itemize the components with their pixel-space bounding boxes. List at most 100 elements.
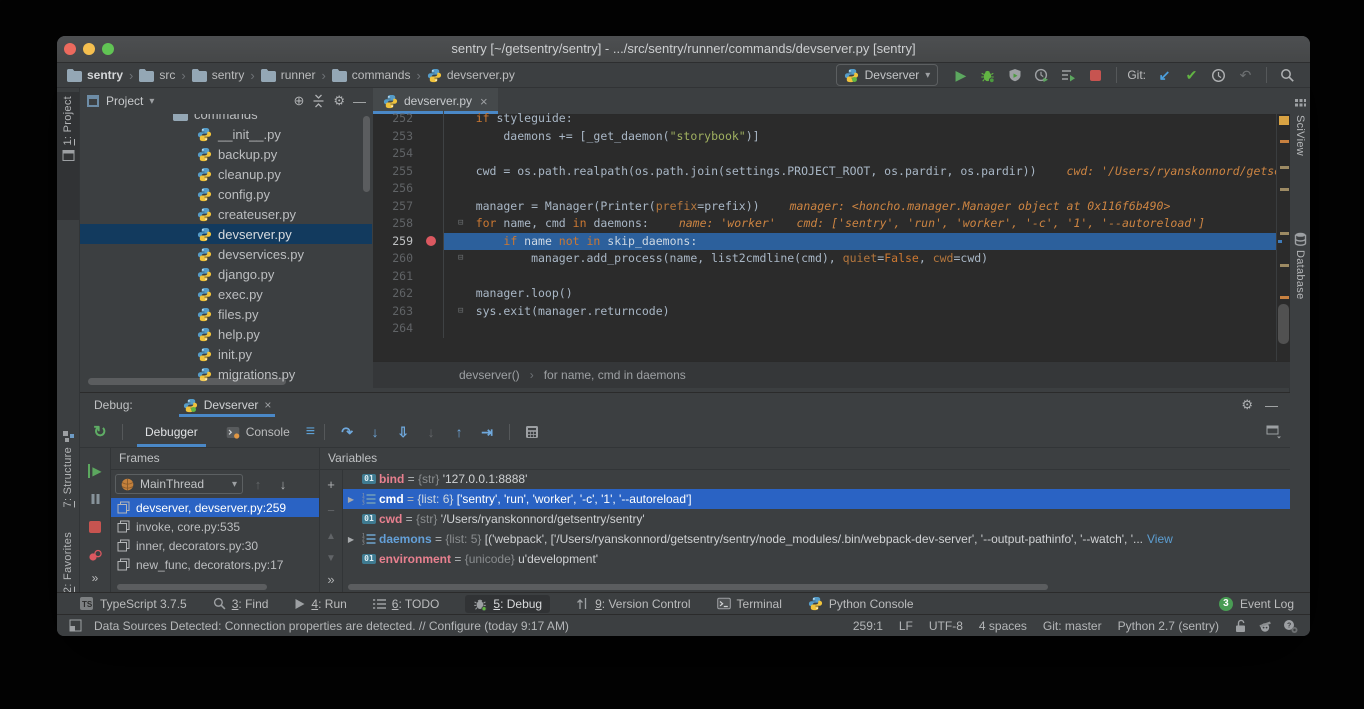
fold-marker-icon[interactable]: ⊟ xyxy=(458,250,463,268)
breadcrumb-item-sentry[interactable]: sentry xyxy=(192,68,245,82)
git-commit-button[interactable]: ✔ xyxy=(1179,65,1204,85)
toolwindow-button-todo[interactable]: 6: TODO xyxy=(373,597,440,611)
variable-row-daemons[interactable]: ▶123daemons = {list: 5} [('webpack', ['/… xyxy=(343,529,1290,549)
run-configuration-select[interactable]: Devserver ▾ xyxy=(836,64,939,86)
variable-row-cwd[interactable]: 01cwd = {str} '/Users/ryanskonnord/getse… xyxy=(343,509,1290,529)
event-log-button[interactable]: 3Event Log xyxy=(1219,597,1310,611)
toolwindow-button-python-console[interactable]: Python Console xyxy=(808,596,914,611)
gutter-cell[interactable] xyxy=(419,320,443,338)
tree-item-backup.py[interactable]: backup.py xyxy=(80,144,372,164)
step-out-icon[interactable]: ↑ xyxy=(447,421,471,443)
next-frame-icon[interactable]: ↓ xyxy=(273,477,293,492)
profiler-button[interactable] xyxy=(1029,65,1054,85)
search-everywhere-button[interactable] xyxy=(1275,65,1300,85)
smart-step-into-icon[interactable]: ↓ xyxy=(419,421,443,443)
gutter-cell[interactable] xyxy=(419,128,443,146)
gutter-cell[interactable] xyxy=(419,110,443,128)
code-line-252[interactable]: 252 if styleguide: xyxy=(373,110,1277,128)
code-editor-area[interactable]: 252 if styleguide:253 daemons += [_get_d… xyxy=(373,110,1277,361)
tree-item-createuser.py[interactable]: createuser.py xyxy=(80,204,372,224)
inspections-hector-icon[interactable] xyxy=(1258,619,1272,633)
gutter-cell[interactable] xyxy=(419,215,443,233)
sidebar-item-database[interactable]: Database xyxy=(1290,228,1310,304)
console-layout-icon[interactable]: ≡ xyxy=(306,423,314,441)
code-line-254[interactable]: 254 xyxy=(373,145,1277,163)
move-watch-down-icon[interactable]: ▼ xyxy=(320,549,342,567)
tree-item-devservices.py[interactable]: devservices.py xyxy=(80,244,372,264)
gutter-cell[interactable] xyxy=(419,233,443,251)
breadcrumb-item-src[interactable]: src xyxy=(139,68,175,82)
run-to-cursor-icon[interactable]: ⇥ xyxy=(475,421,499,443)
stop-process-icon[interactable] xyxy=(80,517,110,537)
restore-layout-icon[interactable] xyxy=(1266,425,1282,439)
debug-button[interactable] xyxy=(975,65,1000,85)
gutter-cell[interactable] xyxy=(419,285,443,303)
project-tree-horizontal-scrollbar[interactable] xyxy=(88,378,286,385)
gutter-cell[interactable] xyxy=(419,163,443,181)
stack-frame-item[interactable]: invoke, core.py:535 xyxy=(111,517,319,536)
lock-icon[interactable] xyxy=(1235,619,1247,633)
toolwindow-button-find[interactable]: 3: Find xyxy=(213,597,269,611)
move-watch-up-icon[interactable]: ▲ xyxy=(320,527,342,545)
expand-arrow-icon[interactable]: ▶ xyxy=(343,535,359,544)
code-line-256[interactable]: 256 xyxy=(373,180,1277,198)
tree-item-commands[interactable]: commands xyxy=(80,114,372,124)
variable-row-environment[interactable]: 01environment = {unicode} u'development' xyxy=(343,549,1290,569)
frames-horizontal-scrollbar[interactable] xyxy=(117,584,267,590)
rerun-icon[interactable]: ↻ xyxy=(88,421,112,443)
add-watch-icon[interactable]: + xyxy=(320,475,342,493)
history-button[interactable] xyxy=(1206,65,1231,85)
tree-item-help.py[interactable]: help.py xyxy=(80,324,372,344)
toolwindow-button-terminal[interactable]: Terminal xyxy=(717,597,782,611)
debug-session-tab[interactable]: Devserver × xyxy=(179,393,276,417)
status-widget-utf-8[interactable]: UTF-8 xyxy=(929,619,963,633)
status-widget-lf[interactable]: LF xyxy=(899,619,913,633)
tree-item-files.py[interactable]: files.py xyxy=(80,304,372,324)
run-with-parameters-button[interactable] xyxy=(1056,65,1081,85)
remove-watch-icon[interactable]: − xyxy=(320,501,342,519)
thread-select[interactable]: MainThread ▾ xyxy=(115,474,243,494)
code-line-262[interactable]: 262 manager.loop() xyxy=(373,285,1277,303)
editor-scrollbar-thumb[interactable] xyxy=(1278,304,1289,344)
collapse-all-icon[interactable] xyxy=(312,94,325,108)
previous-frame-icon[interactable]: ↑ xyxy=(248,477,268,492)
stack-frame-item[interactable]: devserver, devserver.py:259 xyxy=(111,498,319,517)
tree-item-config.py[interactable]: config.py xyxy=(80,184,372,204)
hide-panel-icon[interactable]: — xyxy=(353,94,366,109)
tree-item-init.py[interactable]: init.py xyxy=(80,344,372,364)
git-update-button[interactable]: ↙ xyxy=(1152,65,1177,85)
tree-item-cleanup.py[interactable]: cleanup.py xyxy=(80,164,372,184)
sidebar-item-structure[interactable]: 7: Structure xyxy=(57,426,79,526)
tab-console[interactable]: Console xyxy=(214,417,302,447)
code-line-257[interactable]: 257 manager = Manager(Printer(prefix=pre… xyxy=(373,198,1277,216)
step-over-icon[interactable]: ↷ xyxy=(335,421,359,443)
chevron-down-icon[interactable]: ▾ xyxy=(149,96,154,107)
sidebar-item-project[interactable]: 1: Project xyxy=(57,92,79,220)
locate-file-icon[interactable]: ⊕ xyxy=(293,93,304,109)
hide-panel-icon[interactable]: — xyxy=(1265,398,1278,413)
code-line-264[interactable]: 264 xyxy=(373,320,1277,338)
code-line-260[interactable]: 260⊟ manager.add_process(name, list2cmdl… xyxy=(373,250,1277,268)
variable-row-bind[interactable]: 01bind = {str} '127.0.0.1:8888' xyxy=(343,469,1290,489)
git-rollback-button[interactable]: ↶ xyxy=(1233,65,1258,85)
fold-marker-icon[interactable]: ⊟ xyxy=(458,303,463,321)
gear-icon[interactable]: ⚙ xyxy=(1241,397,1253,413)
variables-horizontal-scrollbar[interactable] xyxy=(348,584,1048,590)
status-widget-4-spaces[interactable]: 4 spaces xyxy=(979,619,1027,633)
project-tree-vertical-scrollbar[interactable] xyxy=(363,116,370,192)
breadcrumb-item-sentry[interactable]: sentry xyxy=(67,68,123,82)
view-breakpoints-icon[interactable] xyxy=(80,545,110,565)
force-step-into-icon[interactable]: ⇩ xyxy=(391,421,415,443)
pause-program-icon[interactable] xyxy=(80,489,110,509)
status-widget-259-1[interactable]: 259:1 xyxy=(853,619,883,633)
status-widget-python-2-7-sentry-[interactable]: Python 2.7 (sentry) xyxy=(1118,619,1219,633)
close-tab-icon[interactable]: × xyxy=(480,94,488,109)
inspection-profile-icon[interactable]: ? xyxy=(1283,619,1298,633)
editor-breadcrumb-item[interactable]: devserver() xyxy=(459,368,520,382)
project-panel-title[interactable]: Project xyxy=(106,94,143,108)
toolwindow-button-run[interactable]: 4: Run xyxy=(294,597,346,611)
tree-item-__init__.py[interactable]: __init__.py xyxy=(80,124,372,144)
gutter-cell[interactable] xyxy=(419,268,443,286)
status-message[interactable]: Data Sources Detected: Connection proper… xyxy=(94,619,569,633)
breadcrumb-item-commands[interactable]: commands xyxy=(332,68,411,82)
